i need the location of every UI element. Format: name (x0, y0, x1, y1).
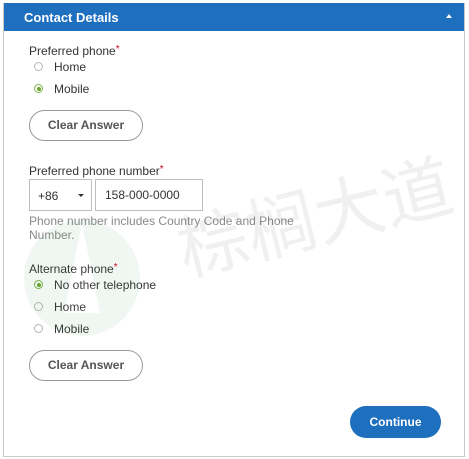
chevron-up-icon[interactable] (446, 14, 452, 18)
phone-number-input[interactable]: 158-000-0000 (95, 179, 203, 211)
phone-number-help-text: Phone number includes Country Code and P… (29, 214, 294, 242)
alternate-phone-label-text: Alternate phone (29, 262, 114, 276)
clear-answer-button[interactable]: Clear Answer (29, 110, 143, 141)
caret-down-icon (78, 194, 84, 197)
required-mark: * (115, 44, 120, 55)
radio-button-selected[interactable] (34, 84, 43, 93)
radio-label: Mobile (54, 82, 90, 96)
radio-button[interactable] (34, 62, 43, 71)
radio-button-selected[interactable] (34, 280, 43, 289)
country-code-select[interactable]: +86 (29, 179, 92, 211)
radio-label: Home (54, 60, 87, 74)
contact-details-panel: Contact Details Preferred phone* Home Mo… (3, 3, 465, 457)
preferred-phone-label-text: Preferred phone (29, 44, 116, 58)
phone-number-label: Preferred phone number* (29, 164, 164, 178)
radio-button[interactable] (34, 324, 43, 333)
required-mark: * (159, 164, 164, 175)
preferred-phone-label: Preferred phone* (29, 44, 120, 58)
alternate-phone-label: Alternate phone* (29, 262, 118, 276)
panel-header[interactable]: Contact Details (4, 3, 464, 31)
radio-label: No other telephone (54, 278, 157, 292)
radio-label: Home (54, 300, 87, 314)
clear-answer-button[interactable]: Clear Answer (29, 350, 143, 381)
phone-number-label-text: Preferred phone number (29, 164, 160, 178)
continue-button[interactable]: Continue (350, 406, 441, 438)
required-mark: * (113, 262, 118, 273)
panel-title: Contact Details (24, 10, 119, 25)
radio-label: Mobile (54, 322, 90, 336)
country-code-value: +86 (38, 189, 59, 203)
radio-button[interactable] (34, 302, 43, 311)
